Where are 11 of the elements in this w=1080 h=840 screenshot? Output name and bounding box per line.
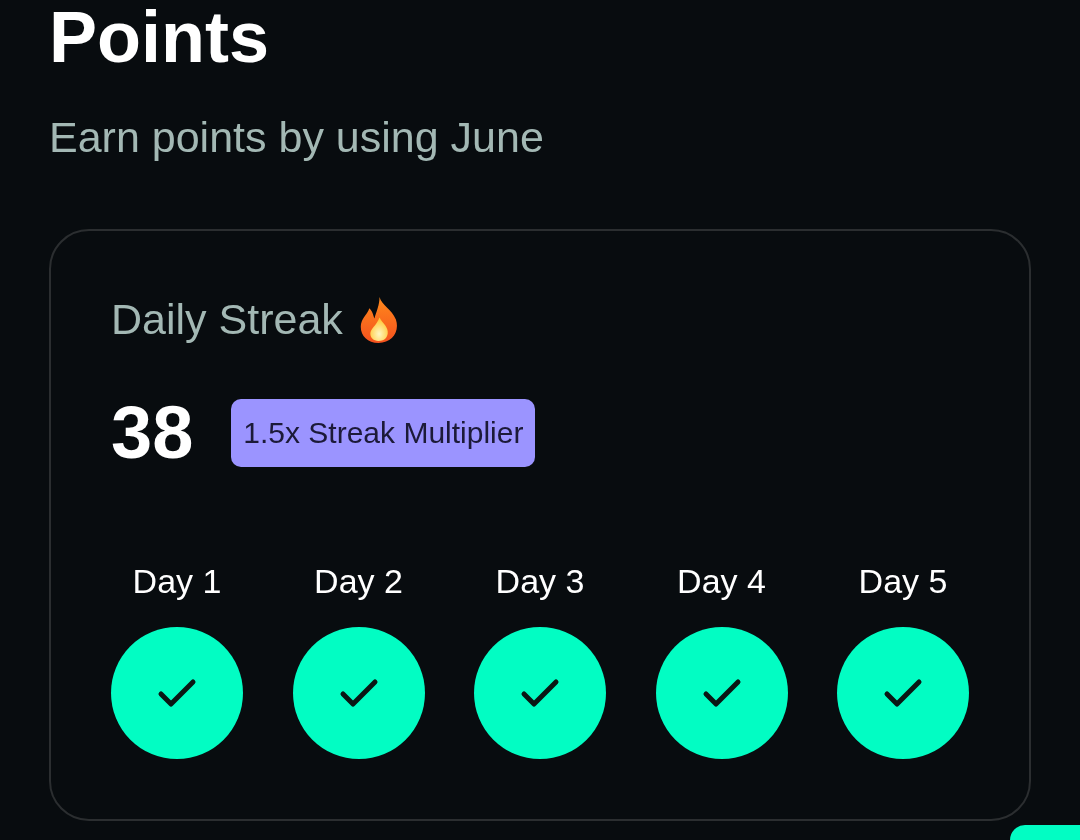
- day-label: Day 4: [677, 564, 766, 598]
- streak-count: 38: [111, 396, 194, 470]
- multiplier-badge: 1.5x Streak Multiplier: [231, 399, 536, 467]
- day-label: Day 2: [314, 564, 403, 598]
- floating-button[interactable]: [1010, 825, 1080, 840]
- day-label: Day 3: [495, 564, 585, 598]
- page-subtitle: Earn points by using June: [49, 116, 544, 159]
- card-title: Daily Streak: [111, 298, 343, 341]
- day-label: Day 1: [132, 564, 222, 598]
- page-title: Points: [49, 1, 269, 73]
- day-label: Day 5: [858, 564, 948, 598]
